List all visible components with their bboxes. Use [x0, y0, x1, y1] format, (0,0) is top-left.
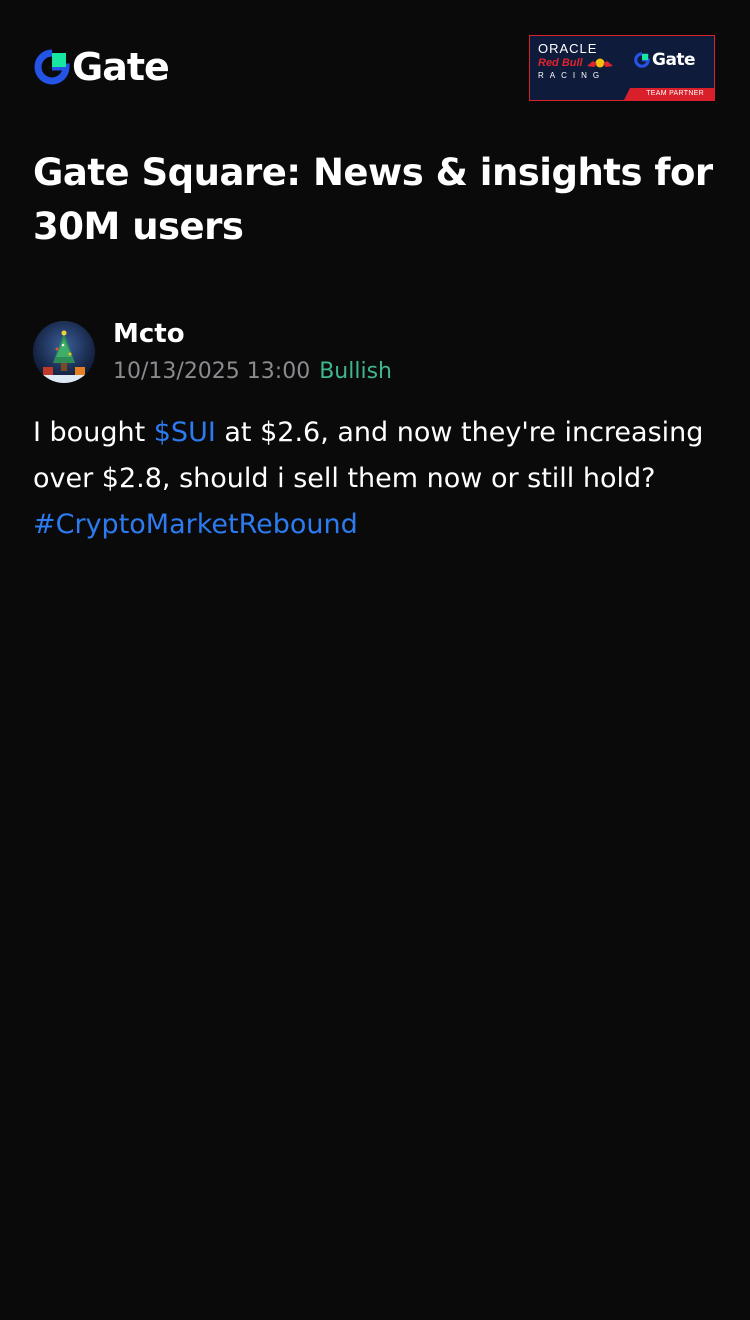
header: Gate ORACLE Red Bull RACING Gate TEAM PA… [0, 0, 750, 130]
partner-badge[interactable]: ORACLE Red Bull RACING Gate TEAM PARTNER [529, 35, 715, 101]
gate-logo-icon [34, 49, 70, 85]
badge-gate-text: Gate [652, 50, 696, 70]
red-bull-icon [586, 58, 613, 68]
ticker-link[interactable]: $SUI [154, 417, 216, 448]
avatar-image [33, 321, 95, 383]
sentiment-badge: Bullish [319, 359, 392, 384]
avatar[interactable] [33, 321, 95, 383]
red-bull-text: Red Bull [538, 56, 630, 70]
post-text: I bought [33, 417, 154, 448]
oracle-text: ORACLE [538, 41, 598, 56]
racing-text: RACING [538, 71, 606, 80]
hashtag-link[interactable]: #CryptoMarketRebound [33, 509, 358, 540]
red-bull-racing-logo: ORACLE Red Bull RACING [538, 42, 630, 82]
team-partner-text: TEAM PARTNER [646, 90, 704, 97]
page-title: Gate Square: News & insights for 30M use… [33, 151, 713, 248]
post-meta: 10/13/2025 13:00 Bullish [113, 358, 392, 386]
post-body: I bought $SUI at $2.6, and now they're i… [33, 410, 723, 548]
badge-gate-logo: Gate [634, 50, 696, 70]
post-timestamp: 10/13/2025 13:00 [113, 359, 311, 384]
gate-logo[interactable]: Gate [34, 45, 170, 89]
gate-logo-icon [634, 52, 650, 68]
logo-text: Gate [72, 45, 170, 89]
author-name[interactable]: Mcto [113, 318, 185, 350]
